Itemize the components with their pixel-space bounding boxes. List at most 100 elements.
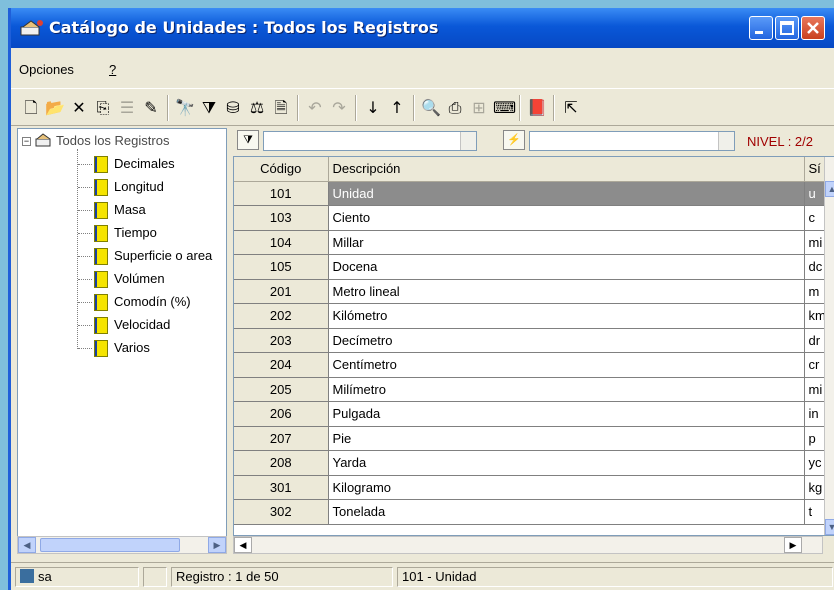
cell-descripcion[interactable]: Yarda [328, 450, 805, 476]
table-row[interactable]: 208 Yarda yc [234, 450, 834, 476]
collapse-icon[interactable]: − [22, 137, 31, 146]
cell-codigo[interactable]: 207 [234, 426, 329, 451]
cell-codigo[interactable]: 201 [234, 279, 329, 304]
cell-codigo[interactable]: 105 [234, 254, 329, 280]
find-icon[interactable]: 🔭 [175, 98, 195, 118]
edit-icon[interactable]: ✎ [141, 98, 161, 118]
filter-input[interactable] [263, 131, 477, 151]
cell-descripcion[interactable]: Decímetro [328, 328, 805, 353]
close-button[interactable] [801, 16, 825, 40]
new-icon[interactable]: 🗋 [21, 98, 41, 118]
scroll-right-icon[interactable]: ▶ [784, 537, 802, 553]
redo-icon[interactable]: ↷ [329, 98, 349, 118]
cell-codigo[interactable]: 103 [234, 205, 329, 231]
table-row[interactable]: 204 Centímetro cr [234, 352, 834, 378]
properties-icon[interactable]: 🗎 [271, 98, 291, 118]
cell-descripcion[interactable]: Milímetro [328, 377, 805, 402]
filter-lightning-icon[interactable]: ⚡ [503, 130, 525, 150]
scroll-right-icon[interactable]: ▶ [208, 537, 226, 553]
spin-icon[interactable] [718, 132, 734, 150]
filter-funnel-icon[interactable]: ⧩ [237, 130, 259, 150]
category-tree[interactable]: − Todos los Registros Decimales Longitud M… [17, 128, 227, 548]
cell-codigo[interactable]: 302 [234, 499, 329, 525]
copy-icon[interactable]: ⎘ [93, 98, 113, 118]
book-icon[interactable]: 📕 [527, 98, 547, 118]
table-row[interactable]: 207 Pie p [234, 426, 834, 451]
scroll-down-icon[interactable]: ▼ [825, 519, 834, 535]
scroll-left-icon[interactable]: ◀ [234, 537, 252, 553]
table-row[interactable]: 104 Millar mi [234, 230, 834, 255]
print-preview-icon[interactable]: 🔍 [421, 98, 441, 118]
group-icon[interactable]: ⛁ [223, 98, 243, 118]
cell-descripcion[interactable]: Centímetro [328, 352, 805, 378]
table-row[interactable]: 201 Metro lineal m [234, 279, 834, 304]
header-codigo[interactable]: Código [234, 157, 329, 182]
status-registro: Registro : 1 de 50 [171, 567, 393, 587]
cell-codigo[interactable]: 202 [234, 303, 329, 329]
grid-vertical-scrollbar[interactable]: ▲ ▼ [824, 157, 834, 535]
cell-descripcion[interactable]: Pulgada [328, 401, 805, 427]
tree-horizontal-scrollbar[interactable]: ◀ ▶ [17, 536, 227, 554]
table-row[interactable]: 302 Tonelada t [234, 499, 834, 525]
print-icon[interactable]: ⎙ [445, 98, 465, 118]
exit-icon[interactable]: ⇱ [561, 98, 581, 118]
title-bar[interactable]: Catálogo de Unidades : Todos los Registr… [11, 8, 834, 48]
minimize-button[interactable] [749, 16, 773, 40]
cell-descripcion[interactable]: Pie [328, 426, 805, 451]
cell-codigo[interactable]: 205 [234, 377, 329, 402]
table-row[interactable]: 105 Docena dc [234, 254, 834, 280]
table-body: 101 Unidad u 103 Ciento c 104 Millar mi 105 Docena… [234, 181, 834, 525]
sort-descending-icon[interactable]: ↑ [387, 98, 407, 118]
table-row[interactable]: 103 Ciento c [234, 205, 834, 231]
keyboard-icon[interactable]: ⌨ [493, 98, 516, 118]
units-table: Código Descripción Sí 101 Unidad u 103 Cient… [234, 157, 834, 525]
filter-value-input[interactable] [529, 131, 735, 151]
menu-opciones[interactable]: Opciones [19, 62, 74, 77]
table-row[interactable]: 101 Unidad u [234, 181, 834, 206]
table-row[interactable]: 202 Kilómetro km [234, 303, 834, 329]
columns-icon[interactable]: ☰ [117, 98, 137, 118]
tree-item-label: Decimales [114, 156, 175, 171]
maximize-button[interactable] [775, 16, 799, 40]
cell-codigo[interactable]: 101 [234, 181, 329, 206]
cell-codigo[interactable]: 104 [234, 230, 329, 255]
cell-descripcion[interactable]: Metro lineal [328, 279, 805, 304]
scroll-left-icon[interactable]: ◀ [18, 537, 36, 553]
units-icon[interactable]: ⚖ [247, 98, 267, 118]
sort-ascending-icon[interactable]: ↓ [363, 98, 383, 118]
undo-icon[interactable]: ↶ [305, 98, 325, 118]
open-folder-icon[interactable]: 📂 [45, 98, 65, 118]
header-descripcion[interactable]: Descripción [328, 157, 805, 182]
scroll-up-icon[interactable]: ▲ [825, 181, 834, 197]
tree-item-label: Comodín (%) [114, 294, 191, 309]
units-grid[interactable]: Código Descripción Sí 101 Unidad u 103 Cient… [233, 156, 834, 536]
cell-descripcion[interactable]: Kilómetro [328, 303, 805, 329]
status-user-name: sa [38, 569, 52, 584]
cell-descripcion[interactable]: Millar [328, 230, 805, 255]
toolbar-separator [413, 95, 415, 121]
status-user: sa [15, 567, 139, 587]
menu-help[interactable]: ? [109, 62, 116, 77]
table-row[interactable]: 301 Kilogramo kg [234, 475, 834, 500]
grid-horizontal-scrollbar[interactable]: ◀ ▶ [233, 536, 823, 554]
table-row[interactable]: 203 Decímetro dr [234, 328, 834, 353]
cell-descripcion[interactable]: Kilogramo [328, 475, 805, 500]
cell-codigo[interactable]: 301 [234, 475, 329, 500]
spin-icon[interactable] [460, 132, 476, 150]
cell-descripcion[interactable]: Docena [328, 254, 805, 280]
category-icon [94, 317, 108, 334]
cell-codigo[interactable]: 204 [234, 352, 329, 378]
cell-descripcion[interactable]: Unidad [328, 181, 805, 206]
scroll-thumb[interactable] [40, 538, 180, 552]
cell-codigo[interactable]: 203 [234, 328, 329, 353]
filter-icon[interactable]: ⧩ [199, 98, 219, 118]
table-row[interactable]: 206 Pulgada in [234, 401, 834, 427]
cell-codigo[interactable]: 206 [234, 401, 329, 427]
table-row[interactable]: 205 Milímetro mi [234, 377, 834, 402]
delete-icon[interactable]: ✕ [69, 98, 89, 118]
hierarchy-icon[interactable]: ⊞ [469, 98, 489, 118]
status-current-record: 101 - Unidad [397, 567, 833, 587]
cell-descripcion[interactable]: Tonelada [328, 499, 805, 525]
cell-codigo[interactable]: 208 [234, 450, 329, 476]
cell-descripcion[interactable]: Ciento [328, 205, 805, 231]
